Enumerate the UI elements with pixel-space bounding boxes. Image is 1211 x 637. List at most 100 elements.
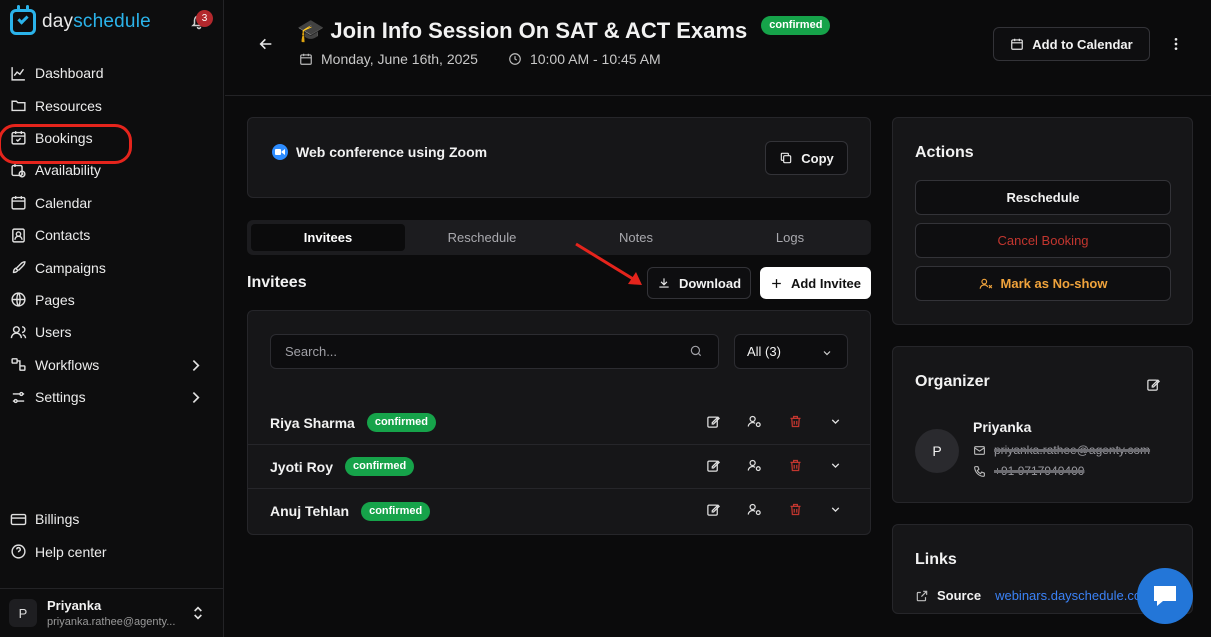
user-x-icon [979, 278, 992, 289]
add-to-calendar-button[interactable]: Add to Calendar [993, 27, 1150, 61]
user-settings-icon[interactable] [747, 414, 762, 429]
download-icon [659, 278, 669, 288]
chevron-up-down-icon [194, 606, 202, 620]
trash-icon[interactable] [788, 502, 803, 517]
source-link-row: Source webinars.dayschedule.com [915, 588, 1152, 603]
user-settings-icon[interactable] [747, 458, 762, 473]
sidebar-item-calendar[interactable]: Calendar [0, 187, 224, 219]
credit-card-icon [10, 513, 27, 525]
sidebar-item-help-center[interactable]: Help center [0, 535, 224, 567]
phone-icon [974, 465, 985, 477]
organizer-name: Priyanka [973, 419, 1032, 435]
invitee-name: Anuj Tehlan [270, 503, 350, 519]
chevron-right-icon [192, 359, 200, 371]
status-badge: confirmed [361, 501, 431, 521]
folder-icon [11, 100, 26, 112]
back-arrow-icon[interactable] [258, 36, 274, 52]
plus-icon [772, 278, 781, 288]
mark-no-show-button[interactable]: Mark as No-show [915, 266, 1171, 301]
add-invitee-button[interactable]: Add Invitee [760, 267, 871, 299]
status-badge: confirmed [366, 413, 437, 432]
source-url-link[interactable]: webinars.dayschedule.com [995, 588, 1152, 603]
organizer-phone: +91 9717940400 [994, 464, 1085, 478]
invitees-card: All (3) Riya Sharma confirmed Jyoti Roy … [247, 310, 871, 535]
organizer-email: priyanka.rathee@agenty.com [994, 443, 1151, 457]
booking-tabs: Invitees Reschedule Notes Logs [247, 220, 871, 255]
calendar-logo-icon [10, 5, 36, 35]
event-time: 10:00 AM - 10:45 AM [529, 51, 661, 67]
edit-icon[interactable] [706, 458, 721, 473]
calendar-icon [11, 196, 26, 210]
user-email: priyanka.rathee@agenty... [47, 616, 176, 628]
sidebar-item-bookings[interactable]: Bookings [0, 122, 224, 165]
trash-icon[interactable] [788, 458, 803, 473]
trash-icon[interactable] [788, 414, 803, 429]
sidebar-item-workflows[interactable]: Workflows [0, 349, 224, 381]
page-title: 🎓 Join Info Session On SAT & ACT Exams c… [297, 15, 831, 44]
external-link-icon [916, 590, 928, 601]
zoom-icon [272, 144, 288, 160]
download-button[interactable]: Download [647, 267, 751, 299]
actions-heading: Actions [915, 144, 974, 161]
actions-card: Actions Reschedule Cancel Booking Mark a… [892, 117, 1193, 325]
sidebar-item-users[interactable]: Users [0, 316, 224, 348]
chart-line-icon [11, 66, 25, 81]
tab-invitees[interactable]: Invitees [251, 224, 405, 251]
sidebar-item-dashboard[interactable]: Dashboard [0, 57, 224, 89]
more-options-icon[interactable] [1168, 36, 1184, 52]
edit-icon[interactable] [706, 414, 721, 429]
sidebar-item-settings[interactable]: Settings [0, 381, 224, 413]
globe-icon [11, 292, 26, 308]
invitee-name: Jyoti Roy [270, 458, 334, 475]
chevron-down-icon[interactable] [829, 503, 842, 516]
edit-icon[interactable] [706, 502, 721, 517]
workflow-icon [11, 358, 26, 372]
calendar-clock-icon [11, 163, 26, 178]
sidebar-bottom-nav: Billings Help center [0, 503, 224, 568]
search-icon [690, 345, 702, 357]
edit-icon[interactable] [1146, 377, 1161, 392]
sidebar-item-campaigns[interactable]: Campaigns [0, 251, 224, 283]
conference-text: Web conference using Zoom [296, 144, 488, 160]
sidebar-item-contacts[interactable]: Contacts [0, 219, 224, 251]
avatar: P [915, 429, 959, 473]
contact-card-icon [12, 228, 25, 243]
status-badge: confirmed [345, 457, 415, 476]
user-name: Priyanka [47, 598, 102, 613]
status-filter-select[interactable]: All (3) [734, 334, 848, 369]
chevron-down-icon[interactable] [829, 459, 842, 472]
mail-icon [974, 445, 985, 455]
event-date: Monday, June 16th, 2025 [321, 51, 478, 67]
user-menu[interactable]: P Priyanka priyanka.rathee@agenty... [0, 588, 224, 637]
sidebar-item-availability[interactable]: Availability [0, 154, 224, 186]
user-settings-icon[interactable] [747, 502, 762, 517]
notification-badge: 3 [196, 10, 213, 27]
users-icon [10, 325, 27, 339]
calendar-check-icon [11, 131, 26, 146]
tab-reschedule[interactable]: Reschedule [405, 224, 559, 251]
sidebar-item-resources[interactable]: Resources [0, 89, 224, 121]
sidebar-item-pages[interactable]: Pages [0, 284, 224, 316]
reschedule-button[interactable]: Reschedule [915, 180, 1171, 215]
cancel-booking-button[interactable]: Cancel Booking [915, 223, 1171, 258]
search-input[interactable] [270, 334, 719, 369]
chevron-down-icon [823, 351, 831, 356]
copy-button[interactable]: Copy [765, 141, 848, 175]
sidebar-item-billings[interactable]: Billings [0, 503, 224, 535]
help-circle-icon [11, 544, 26, 559]
invitee-name: Riya Sharma [270, 414, 355, 431]
table-row: Anuj Tehlan confirmed [248, 489, 870, 533]
calendar-icon [1011, 38, 1024, 50]
event-datetime: Monday, June 16th, 2025 10:00 AM - 10:45… [299, 51, 661, 67]
clock-icon [509, 53, 521, 65]
status-badge: confirmed [761, 15, 831, 35]
sliders-icon [12, 391, 25, 403]
brand-logo[interactable]: dayschedule [10, 5, 151, 35]
organizer-card: Organizer P Priyanka priyanka.rathee@age… [892, 346, 1193, 503]
table-row: Riya Sharma confirmed [248, 401, 870, 445]
tab-logs[interactable]: Logs [713, 224, 867, 251]
page-header: 🎓 Join Info Session On SAT & ACT Exams c… [225, 0, 1211, 96]
chat-widget-button[interactable] [1137, 568, 1193, 624]
chevron-down-icon[interactable] [829, 415, 842, 428]
calendar-icon [300, 53, 312, 65]
